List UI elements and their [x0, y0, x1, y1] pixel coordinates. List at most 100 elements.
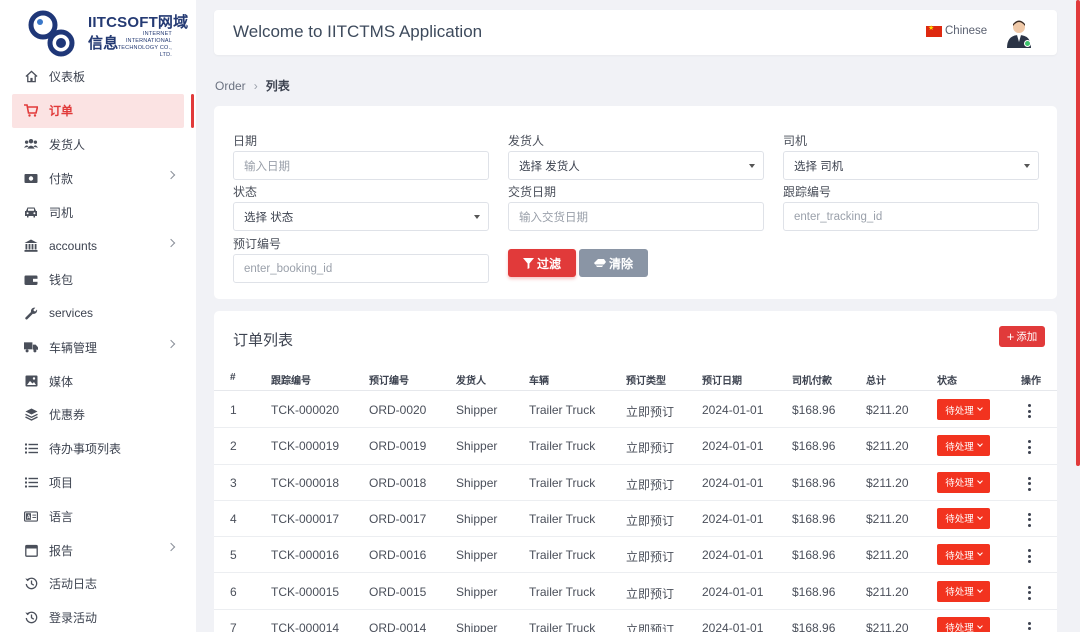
chevron-right-icon	[166, 171, 176, 180]
table-cell: 2024-01-01	[702, 439, 764, 454]
table-cell: 立即预订	[626, 513, 675, 528]
status-badge[interactable]: 待处理	[937, 616, 990, 632]
chevron-down-icon	[976, 622, 983, 629]
table-cell: $211.20	[866, 511, 909, 526]
table-cell: 2024-01-01	[702, 403, 764, 417]
table-row[interactable]: 6 TCK-000015 ORD-0015 Shipper Trailer Truck 立…	[214, 574, 1057, 610]
table-cell: Trailer Truck	[529, 511, 596, 526]
table-cell: ORD-0015	[369, 584, 427, 599]
column-header: 总计	[866, 376, 886, 387]
more-actions-icon[interactable]	[1026, 621, 1032, 632]
table-cell: Shipper	[456, 620, 498, 632]
status-badge-label: 待处理	[945, 478, 974, 490]
column-header: #	[230, 372, 236, 383]
delivery-date-input[interactable]: 输入交货日期	[508, 202, 764, 231]
column-header: 状态	[937, 376, 957, 387]
brand-subtitle: INTERNET INTERNATIONAL TECHNOLOGY CO., L…	[117, 31, 172, 58]
column-header: 司机付款	[792, 376, 832, 387]
sidebar-item-projects[interactable]: 项目	[0, 466, 196, 500]
filter-icon	[522, 257, 534, 269]
chevron-down-icon	[976, 586, 983, 593]
status-select-value: 选择 状态	[244, 211, 294, 224]
sidebar-item-vehicles[interactable]: 车辆管理	[0, 330, 196, 364]
sidebar-item-orders[interactable]: 订单	[12, 93, 184, 128]
table-row[interactable]: 5 TCK-000016 ORD-0016 Shipper Trailer Truck 立…	[214, 537, 1057, 574]
more-actions-icon[interactable]	[1026, 512, 1032, 527]
date-input[interactable]: 输入日期	[233, 151, 489, 180]
status-badge[interactable]: 待处理	[937, 399, 990, 420]
sidebar-item-label: 语言	[49, 509, 74, 524]
more-actions-icon[interactable]	[1026, 404, 1032, 418]
filter-button-label: 过滤	[536, 256, 561, 271]
brand-logo[interactable]: IITCSOFT网域信息 INTERNET INTERNATIONAL TECH…	[0, 0, 196, 60]
sidebar-item-reports[interactable]: 报告	[0, 533, 196, 567]
shipper-select[interactable]: 选择 发货人	[508, 151, 764, 180]
table-cell: TCK-000018	[271, 475, 340, 490]
sidebar-item-coupons[interactable]: 优惠券	[0, 398, 196, 432]
column-header: 操作	[1021, 376, 1041, 387]
sidebar-item-accounts[interactable]: accounts	[0, 229, 196, 263]
sidebar-item-media[interactable]: 媒体	[0, 364, 196, 398]
sidebar-item-drivers[interactable]: 司机	[0, 195, 196, 229]
status-badge[interactable]: 待处理	[937, 580, 990, 602]
table-cell: 7	[230, 620, 237, 632]
add-order-button[interactable]: + 添加	[999, 326, 1045, 347]
sidebar: IITCSOFT网域信息 INTERNET INTERNATIONAL TECH…	[0, 0, 196, 632]
table-cell: ORD-0014	[369, 620, 427, 632]
table-cell: $168.96	[792, 475, 836, 490]
status-badge[interactable]: 待处理	[937, 544, 990, 566]
sidebar-item-services[interactable]: services	[0, 297, 196, 331]
table-cell: 2024-01-01	[702, 548, 764, 563]
status-filter-group: 状态 选择 状态	[233, 183, 489, 231]
table-cell: $168.96	[792, 511, 836, 526]
page-scrollbar[interactable]	[1076, 0, 1080, 466]
table-row[interactable]: 4 TCK-000017 ORD-0017 Shipper Trailer Truck 立…	[214, 501, 1057, 538]
table-row[interactable]: 1 TCK-000020 ORD-0020 Shipper Trailer Truck 立…	[214, 392, 1057, 429]
status-badge-label: 待处理	[945, 623, 974, 632]
status-badge-label: 待处理	[945, 441, 974, 453]
sidebar-item-payments[interactable]: 付款	[0, 161, 196, 195]
more-actions-icon[interactable]	[1026, 440, 1032, 455]
caret-down-icon	[749, 164, 755, 168]
bank-icon	[24, 239, 38, 253]
table-row[interactable]: 2 TCK-000019 ORD-0019 Shipper Trailer Truck 立…	[214, 428, 1057, 465]
filter-button[interactable]: 过滤	[508, 249, 576, 277]
sidebar-item-todo[interactable]: 待办事项列表	[0, 432, 196, 466]
sidebar-item-activity-log[interactable]: 活动日志	[0, 567, 196, 601]
sidebar-item-label: 司机	[49, 205, 74, 220]
driver-select-value: 选择 司机	[794, 160, 844, 173]
table-row[interactable]: 3 TCK-000018 ORD-0018 Shipper Trailer Truck 立…	[214, 465, 1057, 501]
svg-text:A: A	[27, 514, 31, 520]
booking-input[interactable]: enter_booking_id	[233, 254, 489, 283]
more-actions-icon[interactable]	[1026, 476, 1032, 491]
table-row[interactable]: 7 TCK-000014 ORD-0014 Shipper Trailer Truck 立…	[214, 610, 1057, 632]
china-flag-icon[interactable]	[926, 24, 942, 37]
sidebar-item-language[interactable]: A 语言	[0, 499, 196, 533]
breadcrumb-parent[interactable]: Order	[215, 79, 246, 93]
sidebar-item-shippers[interactable]: 发货人	[0, 128, 196, 162]
more-actions-icon[interactable]	[1026, 549, 1032, 564]
table-cell: Trailer Truck	[529, 584, 596, 599]
sidebar-item-dashboard[interactable]: 仪表板	[0, 60, 196, 94]
driver-select[interactable]: 选择 司机	[783, 151, 1039, 180]
sidebar-item-login-activity[interactable]: 登录活动	[0, 601, 196, 632]
tracking-input[interactable]: enter_tracking_id	[783, 202, 1039, 231]
status-badge[interactable]: 待处理	[937, 507, 990, 529]
history-icon	[24, 611, 38, 625]
more-actions-icon[interactable]	[1026, 585, 1032, 600]
status-badge[interactable]: 待处理	[937, 435, 990, 457]
delivery-date-label: 交货日期	[508, 185, 557, 199]
table-cell: 2024-01-01	[702, 475, 764, 490]
eraser-icon	[593, 259, 606, 267]
table-cell: 立即预订	[626, 586, 675, 601]
status-badge[interactable]: 待处理	[937, 471, 990, 493]
status-select[interactable]: 选择 状态	[233, 202, 489, 231]
add-button-label: 添加	[1016, 331, 1038, 343]
language-switcher[interactable]: Chinese	[945, 25, 987, 37]
sidebar-item-wallet[interactable]: 钱包	[0, 263, 196, 297]
order-list-title: 订单列表	[233, 332, 294, 349]
table-cell: $211.20	[866, 584, 909, 599]
clear-button[interactable]: 清除	[579, 249, 648, 277]
active-nav-marker	[191, 94, 194, 128]
sidebar-item-label: 车辆管理	[49, 340, 98, 355]
